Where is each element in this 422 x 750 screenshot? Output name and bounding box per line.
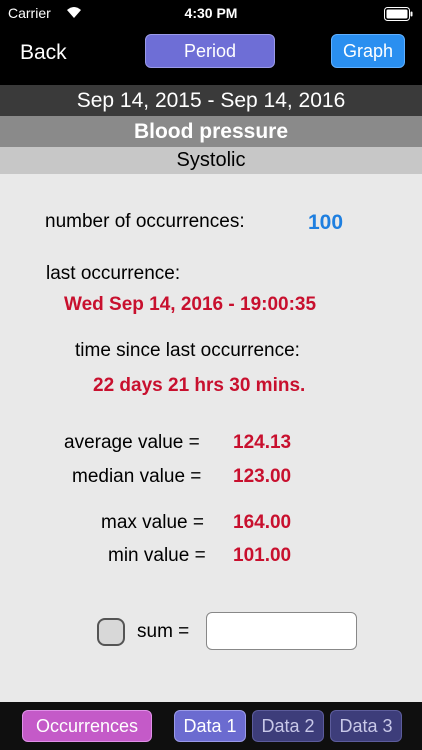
battery-icon [384, 7, 414, 24]
tab-data-2[interactable]: Data 2 [252, 710, 324, 742]
status-bar: Carrier 4:30 PM [0, 0, 422, 28]
median-label: median value = [72, 466, 202, 487]
max-value: 164.00 [233, 512, 292, 533]
time-since-label: time since last occurrence: [75, 340, 300, 361]
sum-checkbox[interactable] [97, 618, 125, 646]
tab-data-3[interactable]: Data 3 [330, 710, 402, 742]
occurrences-value: 100 [308, 211, 344, 234]
graph-button[interactable]: Graph [331, 34, 405, 68]
page-subtitle: Systolic [0, 147, 422, 174]
last-occurrence-label: last occurrence: [46, 263, 181, 284]
nav-bar: Back Period Graph [0, 28, 422, 85]
median-value: 123.00 [233, 466, 292, 487]
min-label: min value = [108, 545, 206, 566]
page-title: Blood pressure [0, 116, 422, 147]
status-time: 4:30 PM [184, 5, 238, 21]
tab-occurrences[interactable]: Occurrences [22, 710, 152, 742]
bottom-tab-bar: Occurrences Data 1 Data 2 Data 3 [0, 702, 422, 750]
period-button[interactable]: Period [145, 34, 275, 68]
average-value: 124.13 [233, 432, 292, 453]
min-value: 101.00 [233, 545, 292, 566]
tab-data-1[interactable]: Data 1 [174, 710, 246, 742]
time-since-value: 22 days 21 hrs 30 mins. [93, 375, 306, 396]
sum-label: sum = [137, 621, 190, 642]
occurrences-label: number of occurrences: [45, 211, 245, 232]
date-range[interactable]: Sep 14, 2015 - Sep 14, 2016 [0, 85, 422, 116]
max-label: max value = [101, 512, 204, 533]
average-label: average value = [64, 432, 200, 453]
sum-field[interactable] [206, 612, 357, 650]
back-button[interactable]: Back [20, 41, 67, 65]
last-occurrence-value: Wed Sep 14, 2016 - 19:00:35 [64, 294, 317, 315]
